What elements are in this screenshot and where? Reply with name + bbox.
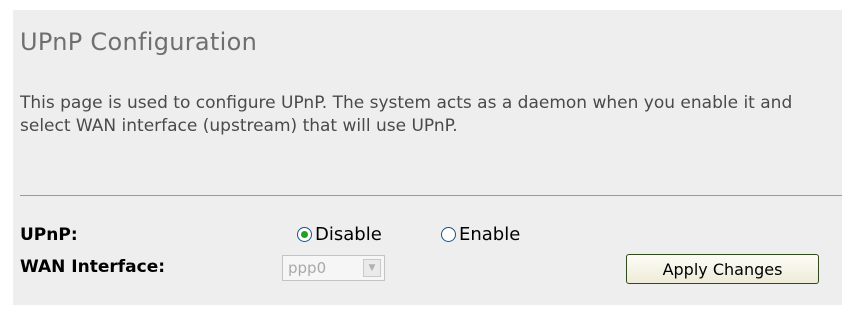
upnp-label: UPnP: (20, 225, 78, 245)
wan-interface-label: WAN Interface: (20, 257, 166, 277)
apply-changes-button[interactable]: Apply Changes (626, 254, 819, 284)
wan-interface-value: ppp0 (288, 259, 327, 277)
page-title: UPnP Configuration (20, 28, 258, 56)
upnp-enable-radio[interactable] (441, 226, 456, 242)
upnp-enable-label: Enable (459, 223, 521, 245)
upnp-disable-label: Disable (315, 223, 382, 245)
chevron-down-icon[interactable]: ▼ (363, 259, 381, 277)
upnp-enable-option[interactable]: Enable (441, 223, 520, 245)
wan-interface-select[interactable]: ppp0 ▼ (282, 255, 385, 281)
page-description: This page is used to configure UPnP. The… (20, 93, 793, 136)
upnp-disable-radio[interactable] (297, 226, 312, 242)
divider (20, 195, 842, 196)
upnp-disable-option[interactable]: Disable (297, 223, 382, 245)
